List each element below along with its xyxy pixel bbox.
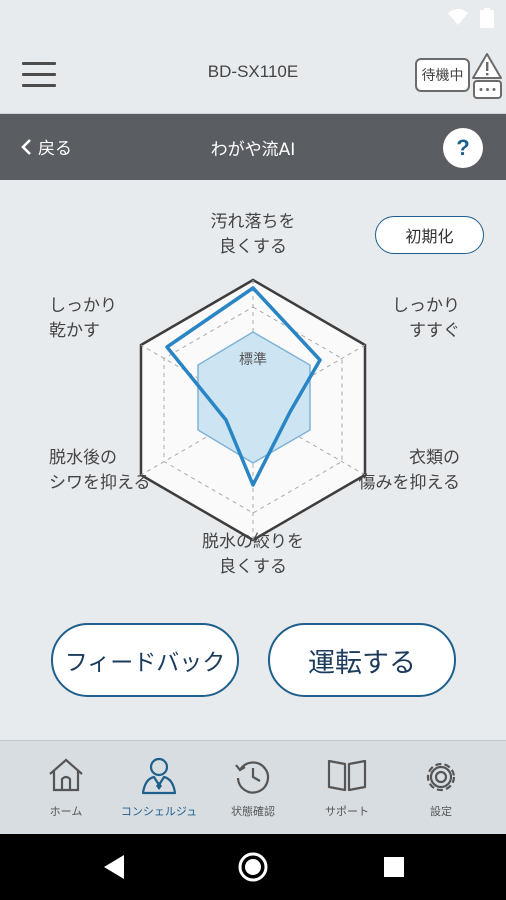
tab-status[interactable]: 状態確認	[203, 741, 303, 835]
warning-device-icon[interactable]	[471, 51, 503, 101]
axis-label-reduce-wrinkles: 脱水後の シワを抑える	[49, 448, 151, 493]
radar-center-label: 標準	[239, 352, 267, 368]
page-title: わがや流AI	[210, 140, 296, 160]
main-content: 初期化 標準 汚れ落ちを 良くする しっかり すすぐ 衣類の 傷みを抑える 脱水の絞り…	[0, 180, 506, 740]
app-header: BD-SX110E 待機中	[0, 36, 506, 114]
concierge-icon	[141, 757, 177, 795]
book-icon	[327, 759, 367, 792]
home-circle-icon[interactable]	[237, 851, 269, 883]
status-bar	[0, 0, 506, 36]
nav-bar: 戻る わがや流AI ?	[0, 114, 506, 180]
run-button[interactable]: 運転する	[268, 623, 456, 697]
wifi-icon	[448, 9, 468, 25]
tab-support[interactable]: サポート	[297, 741, 397, 835]
axis-label-dirt-removal: 汚れ落ちを 良くする	[210, 212, 296, 257]
tab-concierge[interactable]: コンシェルジュ	[109, 741, 209, 835]
tab-home[interactable]: ホーム	[16, 741, 116, 835]
back-triangle-icon[interactable]	[100, 852, 128, 882]
tab-settings[interactable]: 設定	[391, 741, 491, 835]
axis-label-thorough-rinse: しっかり すすぐ	[392, 296, 460, 341]
help-button[interactable]: ?	[443, 128, 483, 168]
system-navigation-bar	[0, 834, 506, 900]
axis-label-reduce-fabric-damage: 衣類の 傷みを抑える	[358, 448, 461, 493]
standby-status-button[interactable]: 待機中	[415, 58, 470, 92]
axis-label-thorough-dry: しっかり 乾かす	[49, 296, 117, 341]
status-clock-icon	[235, 761, 270, 794]
bottom-tab-bar: ホーム コンシェルジュ 状態確認 サポート 設定	[0, 740, 506, 834]
feedback-button[interactable]: フィードバック	[51, 623, 239, 697]
battery-icon	[480, 8, 494, 28]
home-icon	[49, 758, 83, 792]
recents-square-icon[interactable]	[382, 855, 406, 879]
gear-icon	[426, 762, 456, 792]
axis-label-spin-wringing: 脱水の絞りを 良くする	[202, 532, 304, 577]
